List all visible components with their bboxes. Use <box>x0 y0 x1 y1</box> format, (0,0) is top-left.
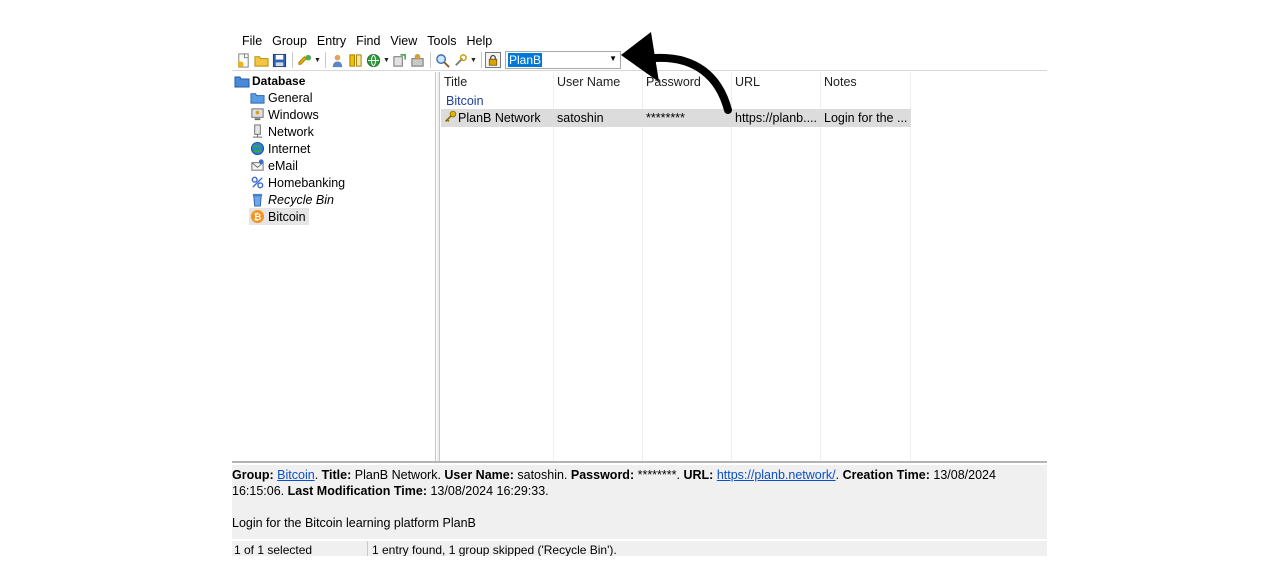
tree-item-label: Bitcoin <box>268 209 306 224</box>
svg-text:₿: ₿ <box>253 212 261 223</box>
details-title-label: Title: <box>321 468 352 482</box>
cell-notes[interactable]: Login for the ... <box>821 109 910 127</box>
quick-search-value[interactable]: PlanB <box>508 53 543 67</box>
tree-item-internet[interactable]: Internet <box>249 140 313 157</box>
column-header-url[interactable]: URL <box>732 72 820 92</box>
lock-workspace-icon[interactable] <box>485 52 501 68</box>
entries-view-icon[interactable] <box>409 52 425 68</box>
cell-title[interactable]: PlanB Network <box>441 109 553 127</box>
entry-list: Title User Name Password URL Notes Bitco… <box>441 72 1047 461</box>
email-icon <box>249 158 265 174</box>
percent-icon <box>249 175 265 191</box>
menu-group[interactable]: Group <box>267 32 312 50</box>
menu-tools[interactable]: Tools <box>422 32 461 50</box>
details-divider[interactable] <box>232 461 1047 463</box>
windows-icon <box>249 107 265 123</box>
open-url-icon[interactable] <box>365 52 381 68</box>
network-icon <box>249 124 265 140</box>
toolbar-separator <box>481 52 482 68</box>
add-entry-dropdown-icon[interactable]: ▼ <box>314 57 321 64</box>
column-header-notes[interactable]: Notes <box>821 72 910 92</box>
menu-bar: File Group Entry Find View Tools Help <box>232 32 497 50</box>
folder-icon <box>249 90 265 106</box>
details-title-value: PlanB Network. <box>354 468 441 482</box>
tree-item-label: Homebanking <box>268 175 346 190</box>
group-tree: Database General Windows Network Interne… <box>232 72 436 461</box>
tree-item-label: General <box>268 90 313 105</box>
open-url-dropdown-icon[interactable]: ▼ <box>383 57 390 64</box>
tree-item-recycle-bin[interactable]: Recycle Bin <box>249 191 337 208</box>
column-header-title[interactable]: Title <box>441 72 553 92</box>
tree-item-homebanking[interactable]: Homebanking <box>249 174 348 191</box>
tree-item-email[interactable]: eMail <box>249 157 301 174</box>
tree-item-label: Windows <box>268 107 319 122</box>
menu-help[interactable]: Help <box>461 32 497 50</box>
tree-item-label: Internet <box>268 141 311 156</box>
tree-item-general[interactable]: General <box>249 89 315 106</box>
details-group-link[interactable]: Bitcoin <box>277 468 315 482</box>
copy-username-icon[interactable] <box>329 52 345 68</box>
cell-title-text: PlanB Network <box>458 111 541 125</box>
tools-dropdown-icon[interactable]: ▼ <box>470 57 477 64</box>
tools-icon[interactable] <box>452 52 468 68</box>
tree-item-bitcoin[interactable]: ₿ Bitcoin <box>249 208 309 225</box>
list-group-header: Bitcoin <box>446 94 484 108</box>
details-password-label: Password: <box>570 468 635 482</box>
column-divider <box>731 72 732 461</box>
new-database-icon[interactable] <box>235 52 251 68</box>
recycle-bin-icon <box>249 192 265 208</box>
column-divider <box>553 72 554 461</box>
save-database-icon[interactable] <box>271 52 287 68</box>
menu-find[interactable]: Find <box>351 32 385 50</box>
entry-details-panel: Group: Bitcoin. Title: PlanB Network. Us… <box>232 465 1047 539</box>
tree-item-label: Network <box>268 124 314 139</box>
find-icon[interactable] <box>434 52 450 68</box>
details-url-label: URL: <box>683 468 714 482</box>
toolbar-separator <box>292 52 293 68</box>
column-divider <box>910 72 911 461</box>
details-password-value: ********. <box>637 468 680 482</box>
tree-root-database[interactable]: Database <box>234 72 305 89</box>
status-bar: 1 of 1 selected 1 entry found, 1 group s… <box>232 541 1047 556</box>
status-selection-count: 1 of 1 selected <box>232 541 368 556</box>
tree-item-label: Recycle Bin <box>268 192 334 207</box>
toolbar-separator <box>430 52 431 68</box>
pane-splitter[interactable] <box>437 72 440 461</box>
toolbar-separator <box>325 52 326 68</box>
open-database-icon[interactable] <box>253 52 269 68</box>
bitcoin-icon: ₿ <box>249 209 265 225</box>
details-url-link[interactable]: https://planb.network/ <box>717 468 836 482</box>
quick-search-combobox[interactable]: PlanB ▼ <box>505 51 621 69</box>
key-icon <box>444 110 458 127</box>
details-modification-value: 13/08/2024 16:29:33. <box>430 484 549 498</box>
status-message: 1 entry found, 1 group skipped ('Recycle… <box>372 543 617 556</box>
details-modification-label: Last Modification Time: <box>287 484 427 498</box>
globe-icon <box>249 141 265 157</box>
tree-item-label: eMail <box>268 158 298 173</box>
details-text: Group: Bitcoin. Title: PlanB Network. Us… <box>232 468 996 498</box>
add-entry-icon[interactable] <box>296 52 312 68</box>
database-icon <box>234 73 250 89</box>
tree-root-label: Database <box>252 73 306 88</box>
menu-entry[interactable]: Entry <box>312 32 351 50</box>
cell-url[interactable]: https://planb.... <box>732 109 820 127</box>
tree-item-network[interactable]: Network <box>249 123 317 140</box>
copy-password-icon[interactable] <box>347 52 363 68</box>
column-divider <box>820 72 821 461</box>
menu-view[interactable]: View <box>385 32 422 50</box>
annotation-arrow-icon <box>621 32 732 114</box>
details-creation-label: Creation Time: <box>842 468 930 482</box>
perform-autotype-icon[interactable] <box>391 52 407 68</box>
column-divider <box>642 72 643 461</box>
details-username-label: User Name: <box>444 468 514 482</box>
details-notes: Login for the Bitcoin learning platform … <box>232 516 476 530</box>
tree-item-windows[interactable]: Windows <box>249 106 322 123</box>
menu-file[interactable]: File <box>232 32 267 50</box>
details-group-label: Group: <box>232 468 274 482</box>
details-username-value: satoshin. <box>517 468 568 482</box>
